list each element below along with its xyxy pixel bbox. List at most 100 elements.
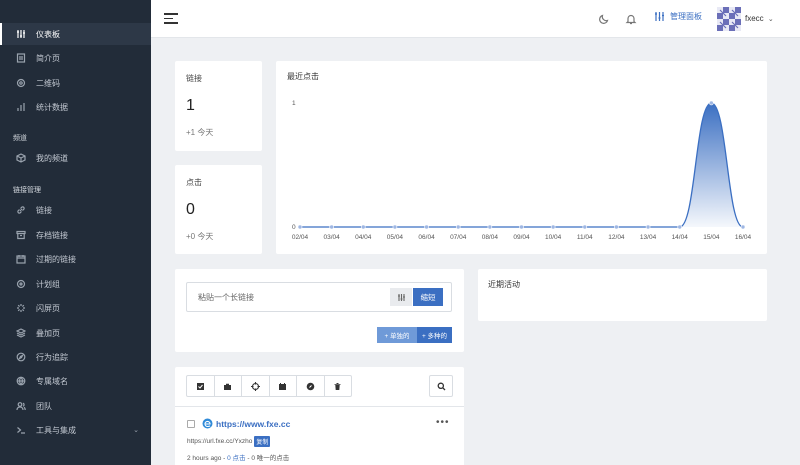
stat-label: 链接 — [186, 74, 202, 83]
search-button[interactable] — [429, 375, 453, 397]
sidebar-item-links[interactable]: 链接 — [0, 199, 151, 221]
bulk-toolbar — [186, 375, 352, 397]
stat-label: 点击 — [186, 178, 202, 187]
copy-button[interactable]: 复制 — [254, 436, 271, 447]
trash-icon — [334, 382, 341, 390]
series-area — [300, 103, 743, 227]
sidebar-item-overlay-pages[interactable]: 叠加页 — [0, 322, 151, 344]
terminal-icon — [16, 425, 26, 435]
x-tick-label: 13/04 — [640, 234, 657, 241]
sidebar: 仪表板 简介页 二维码 统计数据 频道 我的频道 链接管理 链接 存档链接 过期… — [0, 0, 151, 465]
y-tick-label: 0 — [292, 224, 296, 231]
series-line — [300, 102, 744, 228]
sidebar-item-label: 计划组 — [36, 279, 60, 289]
sidebar-item-my-channels[interactable]: 我的频道 — [0, 147, 151, 169]
link-url[interactable]: https://www.fxe.cc — [216, 419, 290, 429]
sidebar-item-dashboard[interactable]: 仪表板 — [0, 23, 151, 45]
data-point[interactable] — [392, 224, 398, 230]
data-point[interactable] — [424, 224, 429, 230]
more-options-icon[interactable]: ••• — [436, 417, 450, 428]
pixel-button[interactable] — [242, 376, 270, 396]
sidebar-item-label: 叠加页 — [36, 328, 60, 338]
crosshair-icon — [250, 381, 260, 391]
page-icon — [16, 53, 26, 63]
sidebar-item-statistics[interactable]: 统计数据 — [0, 96, 151, 118]
users-icon — [16, 401, 26, 411]
single-button[interactable]: + 单独的 — [377, 327, 417, 343]
select-all-button[interactable] — [187, 376, 215, 396]
edge-icon — [202, 418, 213, 429]
data-point[interactable] — [645, 224, 651, 230]
shorten-button[interactable]: 缩短 — [413, 288, 443, 306]
short-url[interactable]: https://url.fxe.cc/Yxzho — [187, 438, 252, 445]
x-tick-label: 06/04 — [418, 234, 435, 241]
data-point[interactable] — [519, 224, 524, 230]
stat-value: 1 — [186, 97, 195, 114]
data-point[interactable] — [614, 224, 619, 230]
chart-card: 最近点击 0 1 02/04 03/04 04/04 05/04 06/04 07/04 08/… — [276, 61, 767, 254]
short-url-row: https://url.fxe.cc/Yxzho 复制 — [187, 436, 271, 447]
data-point[interactable] — [582, 224, 588, 230]
schedule-button[interactable] — [270, 376, 297, 396]
data-point[interactable] — [455, 224, 461, 230]
options-button[interactable] — [390, 288, 412, 306]
user-menu[interactable]: fxecc ⌄ — [745, 14, 774, 23]
x-tick-label: 11/04 — [577, 234, 593, 241]
moon-icon[interactable] — [598, 13, 610, 25]
delete-button[interactable] — [325, 376, 352, 396]
data-point[interactable] — [487, 224, 493, 230]
sidebar-item-tracking[interactable]: 行为追踪 — [0, 346, 151, 368]
sidebar-item-label: 简介页 — [36, 53, 60, 63]
box-icon — [16, 153, 26, 163]
briefcase-icon — [224, 383, 232, 390]
sliders-icon — [655, 12, 664, 21]
shorten-input-group: 缩短 — [186, 282, 452, 312]
sparkle-icon — [16, 303, 26, 313]
x-tick-label: 04/04 — [355, 234, 372, 241]
sidebar-item-label: 工具与集成 — [36, 425, 76, 435]
stat-sub: +0 今天 — [186, 232, 214, 241]
sidebar-item-profile-page[interactable]: 简介页 — [0, 47, 151, 69]
checkbox-icon — [196, 382, 204, 390]
x-tick-label: 15/04 — [703, 234, 720, 241]
sidebar-item-label: 链接 — [36, 205, 52, 215]
calendar-icon — [279, 382, 287, 390]
data-point[interactable] — [709, 100, 714, 106]
sidebar-item-team[interactable]: 团队 — [0, 395, 151, 417]
bell-icon[interactable] — [625, 13, 637, 25]
x-tick-label: 09/04 — [513, 234, 530, 241]
chevron-down-icon: ⌄ — [767, 16, 774, 23]
sidebar-item-label: 过期的链接 — [36, 254, 76, 264]
sidebar-item-label: 二维码 — [36, 78, 60, 88]
data-point[interactable] — [297, 224, 303, 230]
stat-sub: +1 今天 — [186, 128, 214, 137]
link-clicks[interactable]: 0 点击 — [227, 455, 245, 462]
disable-button[interactable] — [297, 376, 325, 396]
campaign-button[interactable] — [215, 376, 242, 396]
long-url-input[interactable] — [187, 283, 387, 311]
bar-chart-icon — [16, 102, 26, 112]
sidebar-item-expired-links[interactable]: 过期的链接 — [0, 248, 151, 270]
row-checkbox[interactable] — [187, 420, 195, 428]
data-point[interactable] — [360, 224, 366, 230]
multiple-button[interactable]: + 多种的 — [417, 327, 452, 343]
data-point[interactable] — [329, 224, 334, 230]
admin-panel-link[interactable]: 管理面板 — [654, 11, 702, 22]
menu-toggle-icon[interactable] — [164, 13, 178, 25]
x-tick-label: 10/04 — [545, 234, 562, 241]
data-point[interactable] — [550, 224, 556, 230]
sidebar-item-archived-links[interactable]: 存档链接 — [0, 224, 151, 246]
x-tick-label: 16/04 — [735, 234, 752, 241]
sidebar-item-splash-pages[interactable]: 闪屏页 — [0, 297, 151, 319]
sidebar-item-qr-code[interactable]: 二维码 — [0, 72, 151, 94]
archive-icon — [16, 230, 26, 240]
topbar: 管理面板 fxecc ⌄ — [151, 0, 800, 38]
link-time: 2 hours ago — [187, 455, 222, 462]
sidebar-item-campaigns[interactable]: 计划组 — [0, 273, 151, 295]
x-tick-label: 02/04 — [292, 234, 309, 241]
data-point[interactable] — [677, 224, 683, 230]
avatar[interactable] — [717, 7, 741, 31]
sidebar-item-tools-integrations[interactable]: 工具与集成 ⌄ — [0, 419, 151, 441]
data-point[interactable] — [740, 224, 746, 230]
sidebar-item-custom-domains[interactable]: 专属域名 — [0, 370, 151, 392]
